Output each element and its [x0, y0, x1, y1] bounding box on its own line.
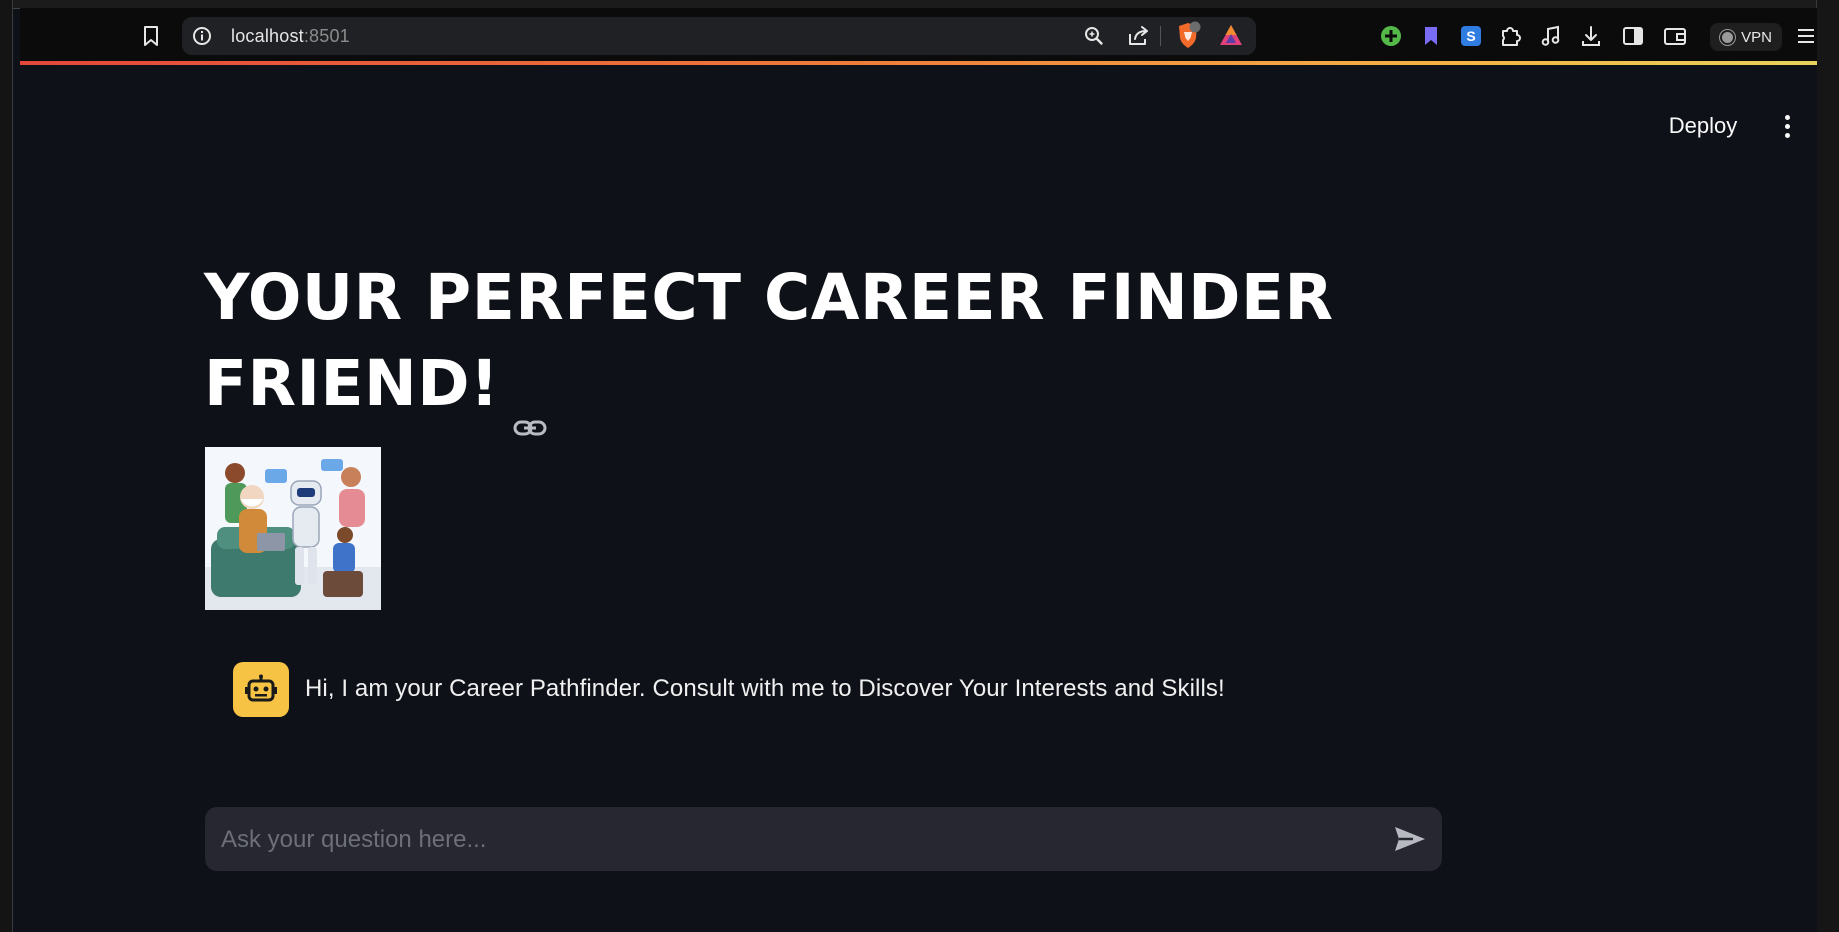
- kebab-menu-icon[interactable]: [1772, 105, 1802, 147]
- link-icon[interactable]: [513, 374, 547, 436]
- chat-message-text: Hi, I am your Career Pathfinder. Consult…: [305, 675, 1225, 702]
- svg-text:S: S: [1466, 28, 1475, 44]
- window-right-edge: [1816, 0, 1839, 932]
- wallet-icon[interactable]: [1659, 20, 1691, 52]
- address-host: localhost: [231, 26, 304, 46]
- address-bar[interactable]: localhost:8501: [182, 17, 1256, 55]
- deploy-button[interactable]: Deploy: [1647, 105, 1759, 147]
- bookmark-icon[interactable]: [138, 22, 164, 50]
- page-title-text: YOUR PERFECT CAREER FINDER FRIEND!: [204, 261, 1334, 420]
- hamburger-menu-icon[interactable]: [1795, 24, 1817, 48]
- zoom-icon[interactable]: [1082, 24, 1106, 48]
- music-note-icon[interactable]: [1535, 20, 1567, 52]
- chat-input-container: [205, 807, 1442, 873]
- window-left-edge: [0, 0, 13, 932]
- vpn-status-icon: [1720, 29, 1736, 45]
- vpn-label: VPN: [1741, 28, 1772, 46]
- streamlit-app: Deploy YOUR PERFECT CAREER FINDER FRIEND…: [20, 65, 1817, 932]
- puzzle-icon[interactable]: [1495, 20, 1527, 52]
- chat-message: Hi, I am your Career Pathfinder. Consult…: [233, 659, 1225, 719]
- vpn-button[interactable]: VPN: [1710, 23, 1782, 51]
- address-port: :8501: [303, 26, 350, 46]
- bookmark-ribbon-icon[interactable]: [1415, 20, 1447, 52]
- screenshot-frame: localhost:8501 S VPN Deploy YOUR PERFECT…: [0, 0, 1839, 932]
- brave-rewards-icon[interactable]: [1218, 23, 1244, 49]
- download-icon[interactable]: [1575, 20, 1607, 52]
- sidebar-icon[interactable]: [1617, 20, 1649, 52]
- brave-shield-icon[interactable]: [1175, 21, 1201, 51]
- chat-input[interactable]: [219, 807, 1363, 873]
- site-info-icon[interactable]: [192, 26, 212, 46]
- send-icon[interactable]: [1392, 823, 1428, 855]
- address-bar-separator: [1160, 26, 1161, 46]
- hero-illustration: [205, 447, 381, 610]
- s-extension-icon[interactable]: S: [1455, 20, 1487, 52]
- page-title: YOUR PERFECT CAREER FINDER FRIEND!: [204, 255, 1404, 436]
- robot-avatar-icon: [233, 661, 289, 717]
- add-extension-icon[interactable]: [1375, 20, 1407, 52]
- share-icon[interactable]: [1125, 24, 1151, 48]
- address-url[interactable]: localhost:8501: [231, 26, 350, 47]
